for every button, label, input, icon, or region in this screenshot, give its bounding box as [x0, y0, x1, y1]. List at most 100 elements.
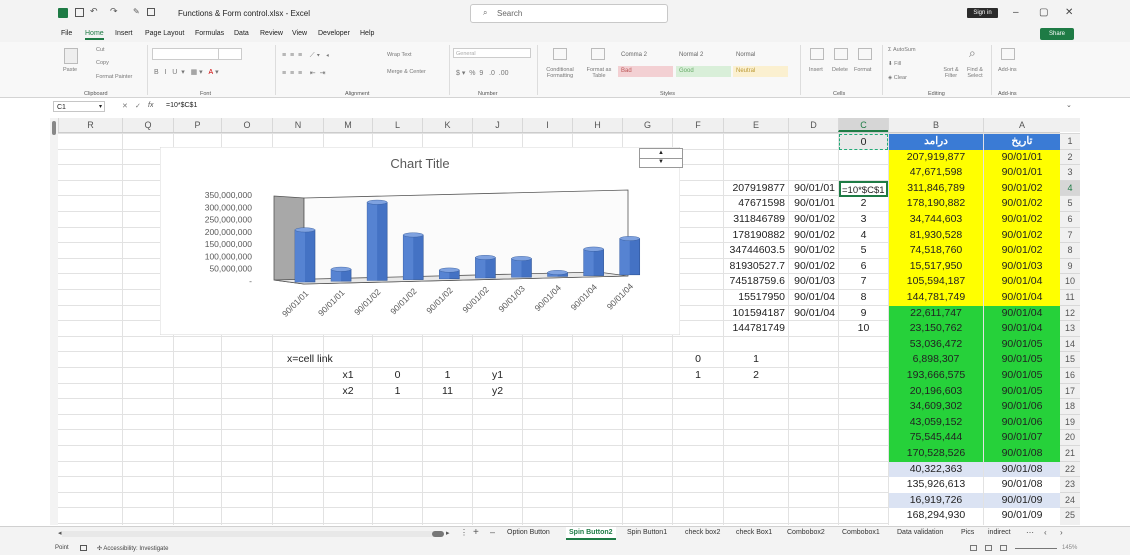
- row-header-19[interactable]: 19: [1060, 413, 1080, 430]
- date-cell[interactable]: 90/01/06: [984, 399, 1060, 415]
- insert-cells-button[interactable]: Insert: [809, 67, 823, 73]
- wrap-text-button[interactable]: Wrap Text: [387, 52, 412, 58]
- x2-label[interactable]: x2: [324, 384, 372, 400]
- d-cell[interactable]: 90/01/02: [789, 243, 838, 259]
- date-cell[interactable]: 90/01/02: [984, 196, 1060, 212]
- undo-icon[interactable]: ↶: [90, 6, 98, 17]
- sheet-tab[interactable]: Combobox1: [842, 529, 880, 536]
- e-cell[interactable]: 178190882: [724, 228, 788, 244]
- view-break-icon[interactable]: [1000, 545, 1007, 551]
- insert-cells-icon[interactable]: [810, 48, 824, 60]
- c-cell[interactable]: 7: [839, 274, 888, 290]
- hscroll-thumb[interactable]: [432, 531, 444, 537]
- row-header-13[interactable]: 13: [1060, 320, 1080, 336]
- column-header-k[interactable]: K: [422, 118, 472, 132]
- date-cell[interactable]: 90/01/05: [984, 352, 1060, 368]
- zoom-level[interactable]: 145%: [1062, 545, 1077, 551]
- column-header-r[interactable]: R: [58, 118, 122, 132]
- fill-button[interactable]: ⬇ Fill: [888, 61, 901, 67]
- number-format-box[interactable]: General: [453, 48, 531, 58]
- active-cell[interactable]: =10*$C$1: [839, 180, 888, 197]
- column-header-d[interactable]: D: [788, 118, 838, 132]
- e-cell[interactable]: 101594187: [724, 306, 788, 322]
- save-icon[interactable]: [75, 8, 84, 17]
- select-all-corner[interactable]: [1060, 118, 1080, 132]
- x1-label[interactable]: x1: [324, 368, 372, 384]
- row-header-14[interactable]: 14: [1060, 335, 1080, 352]
- style-neutral[interactable]: Neutral: [733, 66, 788, 77]
- format-table-icon[interactable]: [591, 48, 605, 60]
- column-header-b[interactable]: B: [888, 118, 983, 132]
- view-normal-icon[interactable]: [970, 545, 977, 551]
- style-comma2[interactable]: Comma 2: [618, 50, 673, 61]
- row-header-16[interactable]: 16: [1060, 367, 1080, 383]
- cut-button[interactable]: Cut: [96, 47, 105, 53]
- form-icon[interactable]: [147, 8, 155, 16]
- style-good[interactable]: Good: [676, 66, 731, 77]
- row-header-17[interactable]: 17: [1060, 382, 1080, 399]
- font-style-buttons[interactable]: B I U ▾ ▦ ▾ A ▾: [154, 68, 219, 76]
- cell-link-label[interactable]: x=cell link: [284, 352, 344, 368]
- formula-expand-icon[interactable]: ⌄: [1066, 101, 1072, 109]
- maximize-icon[interactable]: ▢: [1039, 7, 1048, 18]
- date-cell[interactable]: 90/01/02: [984, 180, 1060, 197]
- date-cell[interactable]: 90/01/04: [984, 274, 1060, 290]
- y1-label[interactable]: y1: [473, 368, 522, 384]
- format-painter-button[interactable]: Format Painter: [96, 74, 132, 80]
- date-cell[interactable]: 90/01/02: [984, 243, 1060, 259]
- sheet-tab[interactable]: check Box1: [736, 529, 772, 536]
- x2-end[interactable]: 11: [423, 384, 472, 400]
- d-cell[interactable]: 90/01/02: [789, 259, 838, 275]
- conditional-formatting-button[interactable]: Conditional Formatting: [541, 67, 579, 79]
- column-header-p[interactable]: P: [173, 118, 221, 132]
- format-cells-button[interactable]: Format: [854, 67, 871, 73]
- row-header-2[interactable]: 2: [1060, 148, 1080, 165]
- d-cell[interactable]: 90/01/01: [789, 181, 838, 197]
- row-header-5[interactable]: 5: [1060, 195, 1080, 211]
- close-icon[interactable]: ✕: [1065, 7, 1073, 18]
- copy-button[interactable]: Copy: [96, 60, 109, 66]
- share-button[interactable]: Share: [1040, 28, 1074, 40]
- d-cell[interactable]: 90/01/04: [789, 290, 838, 306]
- date-cell[interactable]: 90/01/06: [984, 414, 1060, 431]
- row-header-12[interactable]: 12: [1060, 304, 1080, 321]
- revenue-cell[interactable]: 22,611,747: [889, 305, 983, 322]
- column-header-f[interactable]: F: [672, 118, 723, 132]
- revenue-cell[interactable]: 43,059,152: [889, 414, 983, 431]
- revenue-cell[interactable]: 168,294,930: [889, 508, 983, 524]
- menu-view[interactable]: View: [292, 30, 307, 37]
- date-cell[interactable]: 90/01/08: [984, 461, 1060, 478]
- date-cell[interactable]: 90/01/08: [984, 446, 1060, 462]
- row-header-4[interactable]: 4: [1060, 179, 1080, 196]
- menu-home[interactable]: Home: [85, 30, 104, 40]
- font-size-box[interactable]: [218, 48, 242, 60]
- revenue-cell[interactable]: 207,919,877: [889, 149, 983, 166]
- sort-filter-button[interactable]: Sort & Filter: [940, 67, 962, 79]
- menu-file[interactable]: File: [61, 30, 72, 37]
- sheet-tab-active[interactable]: Spin Button2: [566, 527, 616, 540]
- spin-button[interactable]: ▲ ▼: [639, 148, 683, 168]
- tab-nav-dots-icon[interactable]: ⋮: [460, 528, 468, 537]
- row-header-20[interactable]: 20: [1060, 429, 1080, 445]
- e-cell[interactable]: 74518759.6: [724, 274, 788, 290]
- column-header-l[interactable]: L: [372, 118, 422, 132]
- revenue-cell[interactable]: 40,322,363: [889, 461, 983, 478]
- revenue-cell[interactable]: 193,666,575: [889, 368, 983, 384]
- more-tabs-icon[interactable]: ⋯: [1026, 528, 1034, 537]
- c-cell[interactable]: 5: [839, 243, 888, 259]
- horizontal-scrollbar[interactable]: [62, 531, 442, 537]
- formula-check-icon[interactable]: ✓: [135, 102, 141, 110]
- menu-formulas[interactable]: Formulas: [195, 30, 224, 37]
- paste-icon[interactable]: [64, 48, 78, 64]
- revenue-cell[interactable]: 15,517,950: [889, 258, 983, 275]
- e-cell[interactable]: 1: [724, 352, 788, 368]
- row-header-10[interactable]: 10: [1060, 273, 1080, 289]
- sheet-tab[interactable]: Option Button: [507, 529, 550, 536]
- autosum-button[interactable]: Σ AutoSum: [888, 47, 916, 53]
- style-normal[interactable]: Normal: [733, 50, 788, 61]
- macro-record-icon[interactable]: [80, 545, 87, 551]
- d-cell[interactable]: 90/01/04: [789, 306, 838, 322]
- row-header-3[interactable]: 3: [1060, 164, 1080, 180]
- menu-page-layout[interactable]: Page Layout: [145, 30, 184, 37]
- revenue-cell[interactable]: 170,528,526: [889, 446, 983, 462]
